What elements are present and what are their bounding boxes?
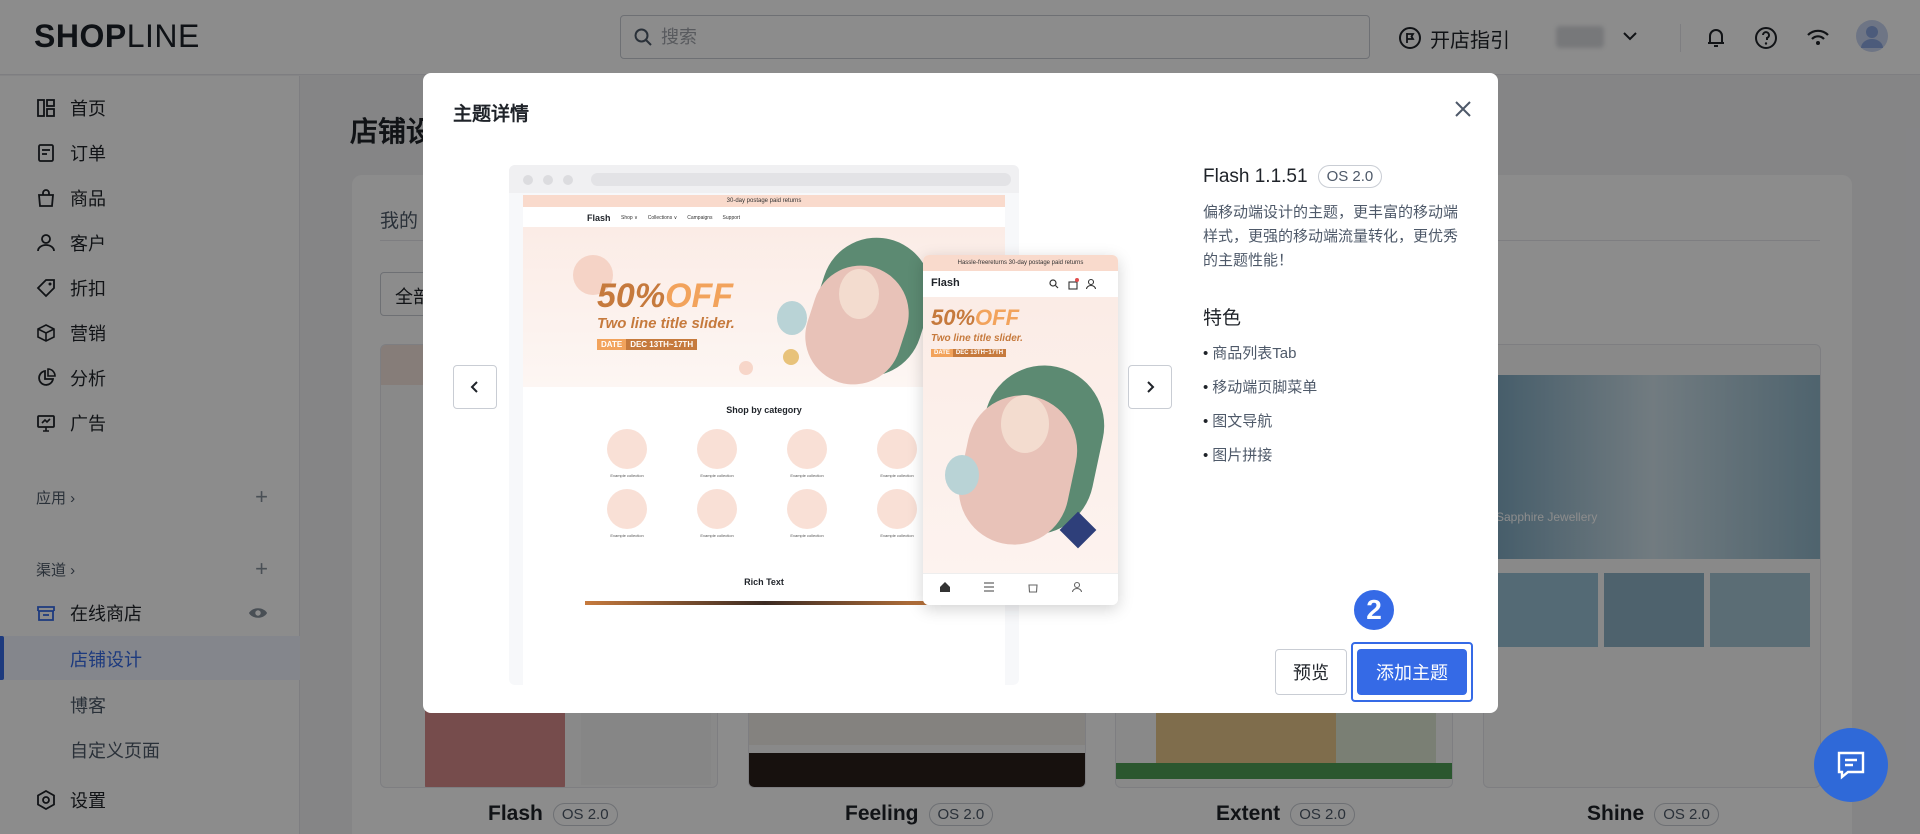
mobile-logo: Flash	[931, 277, 960, 289]
feature-item: 图片拼接	[1203, 439, 1317, 473]
tutorial-step-badge: 2	[1352, 588, 1396, 632]
mobile-promo-banner: Hassle-freereturns 30-day postage paid r…	[923, 255, 1118, 271]
feature-item: 移动端页脚菜单	[1203, 371, 1317, 405]
carousel-prev-button[interactable]	[453, 365, 497, 409]
desktop-nav-shop: Shop ∨	[621, 215, 638, 221]
desktop-hero-subhead: Two line title slider.	[597, 315, 735, 332]
feature-item: 图文导航	[1203, 405, 1317, 439]
category-circle[interactable]	[607, 429, 647, 469]
mobile-tab-menu-icon	[984, 582, 994, 592]
chevron-right-icon	[1147, 381, 1155, 393]
theme-version-name: Flash 1.1.51	[1203, 165, 1308, 187]
modal-title: 主题详情	[453, 104, 530, 125]
features-title: 特色	[1203, 308, 1242, 329]
chevron-left-icon	[470, 381, 478, 393]
theme-description: 偏移动端设计的主题，更丰富的移动端样式，更强的移动端流量转化，更优秀的主题性能！	[1203, 204, 1459, 269]
mobile-user-icon	[1085, 278, 1097, 290]
desktop-hero-headline: 50%OFF	[597, 277, 734, 315]
os-version-tag: OS 2.0	[1317, 165, 1383, 188]
category-caption: Example collection	[880, 533, 914, 538]
category-caption: Example collection	[610, 533, 644, 538]
category-circle[interactable]	[787, 489, 827, 529]
theme-info-title: Flash 1.1.51 OS 2.0	[1203, 165, 1383, 188]
category-circle[interactable]	[877, 489, 917, 529]
category-circle[interactable]	[877, 429, 917, 469]
mobile-cart-icon	[1068, 278, 1079, 290]
mobile-theme-preview: Hassle-freereturns 30-day postage paid r…	[923, 255, 1118, 605]
desktop-nav-campaigns: Campaigns	[687, 215, 713, 221]
chat-support-button[interactable]	[1814, 728, 1888, 802]
mobile-tab-bag-icon	[1028, 584, 1038, 593]
close-icon[interactable]	[1451, 97, 1475, 121]
add-theme-button[interactable]: 添加主题	[1357, 649, 1467, 695]
mobile-hero-subhead: Two line title slider.	[931, 333, 1023, 344]
category-circle[interactable]	[787, 429, 827, 469]
mobile-date-value: DEC 13TH~17TH	[952, 349, 1007, 357]
mobile-tab-user-icon	[1071, 581, 1083, 593]
desktop-logo: Flash	[587, 213, 611, 223]
desktop-promo-banner: 30-day postage paid returns	[523, 195, 1005, 207]
category-caption: Example collection	[700, 533, 734, 538]
feature-item: 商品列表Tab	[1203, 337, 1317, 371]
theme-detail-modal: 主题详情 30-day postage paid returns Flash S…	[423, 73, 1498, 713]
category-circle[interactable]	[697, 489, 737, 529]
desktop-nav-collections: Collections ∨	[647, 215, 678, 221]
features-list: 商品列表Tab 移动端页脚菜单 图文导航 图片拼接	[1203, 337, 1317, 473]
category-circle[interactable]	[607, 489, 647, 529]
preview-button[interactable]: 预览	[1275, 649, 1347, 695]
category-caption: Example collection	[700, 473, 734, 478]
mobile-hero-headline: 50%OFF	[931, 305, 1020, 330]
category-caption: Example collection	[610, 473, 644, 478]
desktop-nav-support: Support	[722, 215, 741, 221]
mobile-tab-home-icon	[940, 582, 950, 592]
chat-icon	[1837, 751, 1865, 780]
category-caption: Example collection	[790, 533, 824, 538]
mobile-search-icon	[1049, 279, 1059, 289]
desktop-date-label: DATE	[597, 339, 627, 350]
desktop-date-value: DEC 13TH~17TH	[626, 339, 698, 350]
category-caption: Example collection	[790, 473, 824, 478]
mobile-date-label: DATE	[931, 349, 953, 357]
category-caption: Example collection	[880, 473, 914, 478]
category-circle[interactable]	[697, 429, 737, 469]
carousel-next-button[interactable]	[1128, 365, 1172, 409]
